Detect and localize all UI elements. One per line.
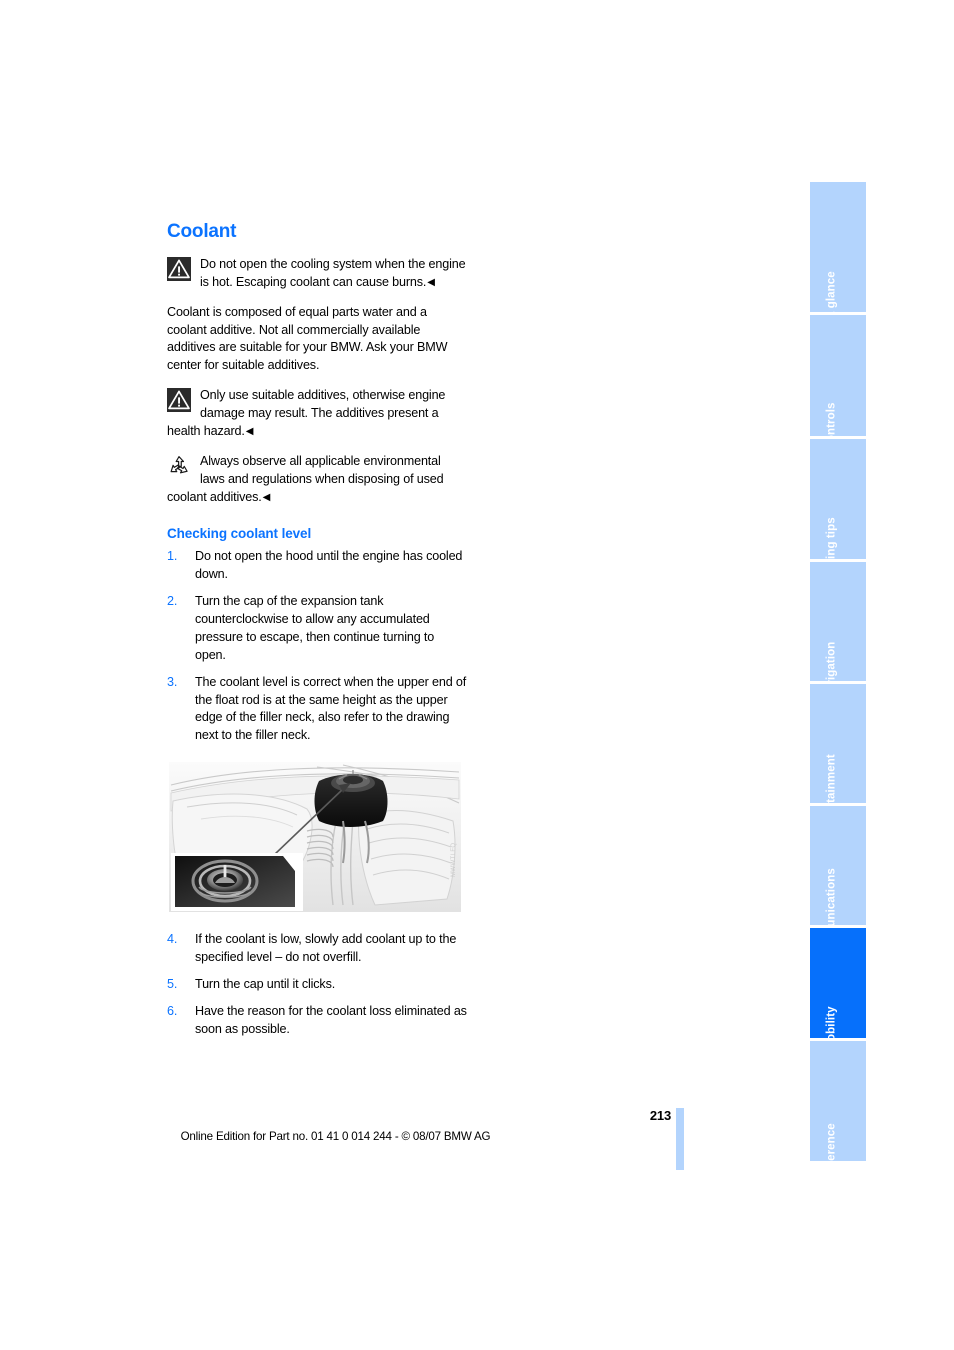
step-list-part-1: 1. Do not open the hood until the engine… [167, 548, 467, 745]
step-text: Do not open the hood until the engine ha… [195, 549, 463, 582]
step-number: 4. [167, 932, 178, 947]
list-item: 3. The coolant level is correct when the… [167, 674, 467, 746]
step-list-part-2: 4. If the coolant is low, slowly add coo… [167, 931, 467, 1038]
list-item: 5. Turn the cap until it clicks. [167, 976, 467, 994]
list-item: 2. Turn the cap of the expansion tank co… [167, 593, 467, 665]
tab-driving-tips[interactable]: Driving tips [810, 439, 866, 581]
notice-text: Always observe all applicable environmen… [167, 453, 444, 504]
tab-controls[interactable]: Controls [810, 315, 866, 450]
tab-navigation[interactable]: Navigation [810, 562, 866, 701]
section-heading-checking-coolant-level: Checking coolant level [167, 526, 312, 542]
end-of-notice-marker: ◀ [245, 425, 254, 437]
section-tab-strip: At a glance Controls Driving tips Naviga… [810, 182, 866, 1180]
step-text: The coolant level is correct when the up… [195, 674, 467, 743]
tab-entertainment[interactable]: Entertainment [810, 684, 866, 832]
notice-block-environmental-disposal: Always observe all applicable environmen… [167, 453, 467, 507]
step-number: 5. [167, 976, 178, 991]
step-text: Turn the cap of the expansion tank count… [195, 594, 435, 662]
warning-text: Do not open the cooling system when the … [200, 256, 466, 289]
warning-text: Only use suitable additives, otherwise e… [167, 388, 446, 438]
page-title: Coolant [167, 221, 237, 242]
step-number: 6. [167, 1003, 178, 1018]
svg-text:MWWTLFQ: MWWTLFQ [451, 843, 457, 877]
warning-triangle-icon [167, 388, 191, 413]
step-number: 2. [167, 594, 178, 609]
step-number: 3. [167, 674, 178, 689]
warning-block-suitable-additives: Only use suitable additives, otherwise e… [167, 387, 467, 441]
page-number: 213 [649, 1108, 671, 1123]
step-text: Have the reason for the coolant loss eli… [195, 1003, 467, 1036]
list-item: 6. Have the reason for the coolant loss … [167, 1003, 467, 1039]
end-of-notice-marker: ◀ [427, 276, 435, 288]
page-footer: 213 Online Edition for Part no. 01 41 0 … [0, 1108, 954, 1170]
tab-mobility[interactable]: Mobility [810, 928, 866, 1050]
list-item: 1. Do not open the hood until the engine… [167, 548, 467, 584]
recycling-icon [167, 454, 191, 478]
step-text: Turn the cap until it clicks. [195, 976, 336, 991]
page-content-column: Coolant Do not open the cooling system w… [167, 221, 467, 1048]
footer-rule [676, 1108, 684, 1170]
warning-triangle-icon [167, 256, 191, 281]
engine-bay-coolant-expansion-tank-illustration: MWWTLFQ [167, 759, 463, 916]
tab-at-a-glance[interactable]: At a glance [810, 182, 866, 333]
step-number: 1. [167, 549, 178, 564]
list-item: 4. If the coolant is low, slowly add coo… [167, 931, 467, 967]
tab-communications[interactable]: Communications [810, 806, 866, 962]
end-of-notice-marker: ◀ [262, 491, 271, 503]
step-text: If the coolant is low, slowly add coolan… [195, 932, 457, 965]
warning-block-hot-engine: Do not open the cooling system when the … [167, 256, 467, 292]
edition-notice: Online Edition for Part no. 01 41 0 014 … [180, 1130, 491, 1143]
paragraph-coolant-composition: Coolant is composed of equal parts water… [167, 304, 448, 373]
